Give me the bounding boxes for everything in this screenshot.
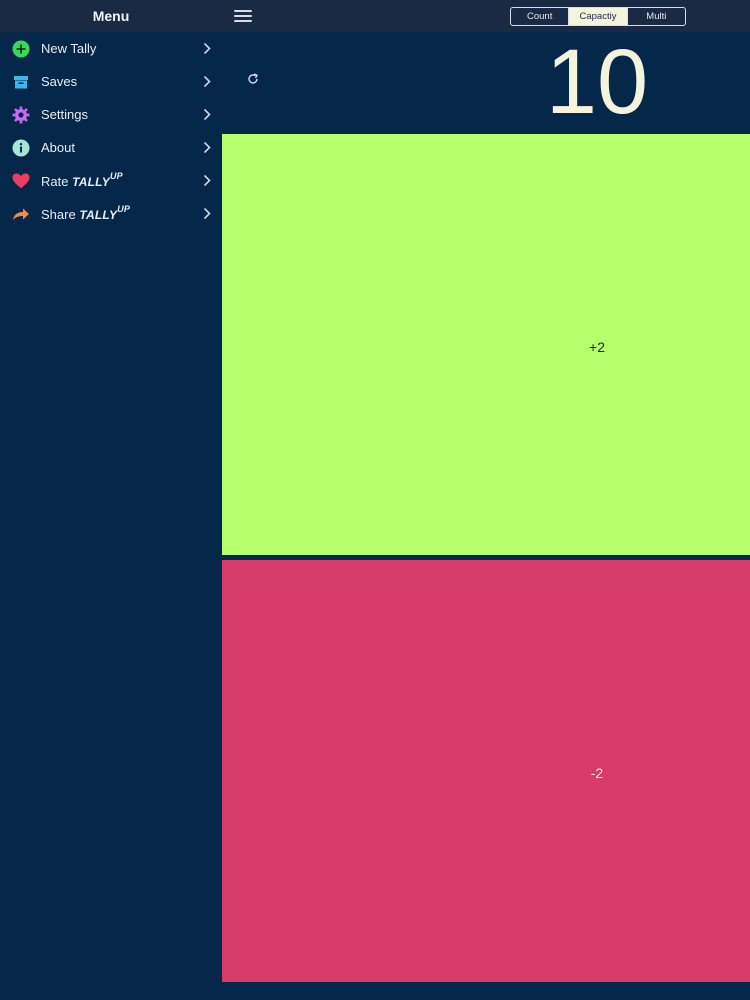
heart-icon [12, 172, 30, 190]
brand-name: TALLYUP [72, 171, 123, 189]
increment-label: +2 [589, 339, 605, 355]
reset-icon[interactable] [246, 72, 260, 86]
mode-segmented-control: Count Capactiy Multi [510, 7, 686, 26]
archive-box-icon [12, 73, 30, 91]
menu-item-share[interactable]: Share TALLYUP [0, 197, 222, 230]
menu-list: New Tally Saves Settings About Rate TALL… [0, 32, 222, 230]
menu-item-text: Rate [41, 173, 69, 189]
chevron-right-icon [202, 108, 212, 122]
sidebar-menu: Menu New Tally Saves Settings About Rate… [0, 0, 222, 1000]
menu-item-label: New Tally [41, 41, 97, 56]
menu-item-rate[interactable]: Rate TALLYUP [0, 164, 222, 197]
chevron-right-icon [202, 141, 212, 155]
menu-item-label: Rate TALLYUP [41, 171, 202, 189]
chevron-right-icon [202, 42, 212, 56]
chevron-right-icon [202, 207, 212, 221]
menu-item-text: Share [41, 206, 76, 222]
hamburger-menu-icon[interactable] [234, 10, 252, 22]
decrement-label: -2 [590, 765, 604, 781]
menu-item-label: Settings [41, 107, 88, 122]
chevron-right-icon [202, 75, 212, 89]
sidebar-title: Menu [0, 0, 222, 32]
plus-circle-icon [12, 40, 30, 58]
brand-name: TALLYUP [79, 204, 130, 222]
menu-item-label: About [41, 140, 75, 155]
tab-multi[interactable]: Multi [628, 8, 685, 25]
menu-item-label: Saves [41, 74, 78, 89]
tab-count[interactable]: Count [511, 8, 570, 25]
brand-sup: UP [117, 203, 131, 214]
tab-capacity[interactable]: Capactiy [569, 8, 628, 25]
menu-item-about[interactable]: About [0, 131, 222, 164]
brand-text: TALLY [72, 174, 110, 189]
menu-item-label: Share TALLYUP [41, 204, 202, 222]
gear-icon [12, 106, 30, 124]
menu-item-saves[interactable]: Saves [0, 65, 222, 98]
increment-pad[interactable]: +2 [222, 134, 750, 555]
count-value: 10 [545, 31, 649, 133]
brand-text: TALLY [79, 207, 118, 222]
decrement-pad[interactable]: -2 [222, 560, 750, 982]
top-toolbar: Count Capactiy Multi [222, 0, 750, 32]
menu-item-settings[interactable]: Settings [0, 98, 222, 131]
share-arrow-icon [12, 205, 30, 223]
brand-sup: UP [109, 170, 123, 181]
counter-display: 10 [222, 32, 750, 134]
info-circle-icon [12, 139, 30, 157]
menu-item-new-tally[interactable]: New Tally [0, 32, 222, 65]
chevron-right-icon [202, 174, 212, 188]
tally-main: Count Capactiy Multi 10 +2 -2 [222, 0, 750, 1000]
